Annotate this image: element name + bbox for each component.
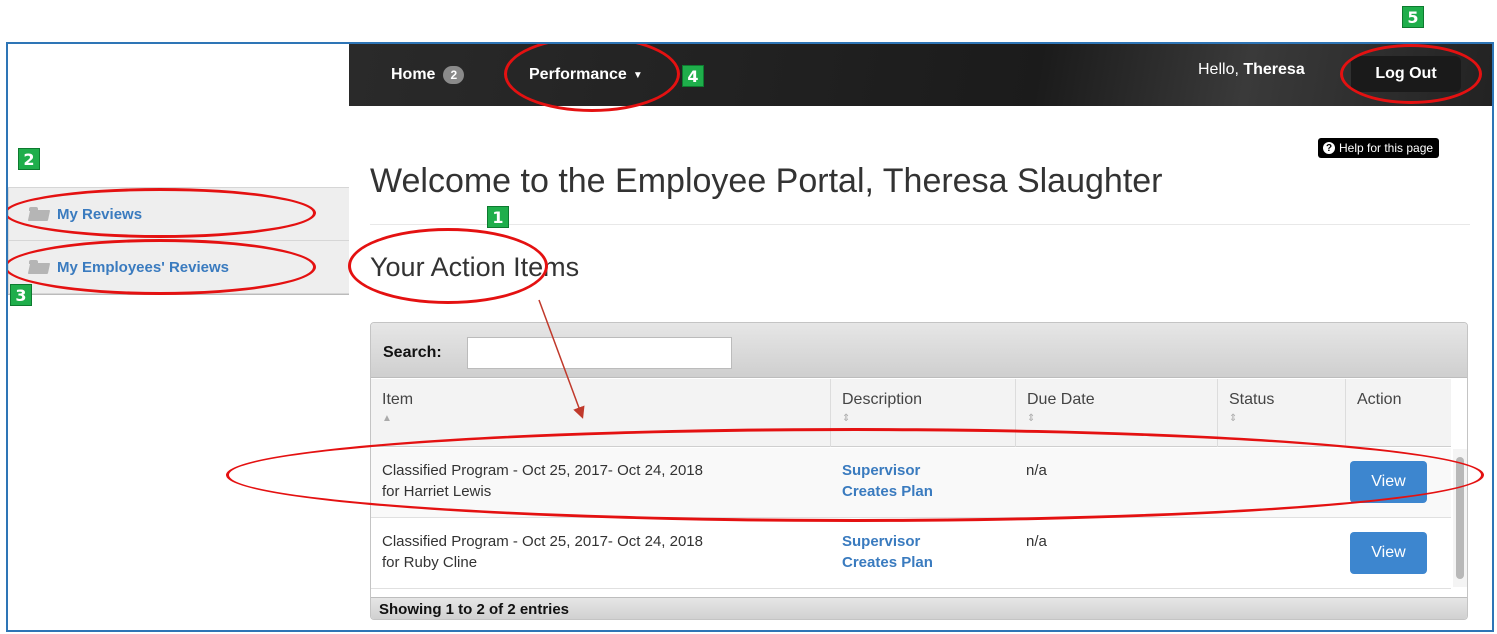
callout-marker-5: 5 (1402, 6, 1424, 28)
annotation-arrow (538, 299, 585, 419)
app-window: Home 2 Performance ▼ Hello, Theresa Log … (6, 42, 1494, 632)
